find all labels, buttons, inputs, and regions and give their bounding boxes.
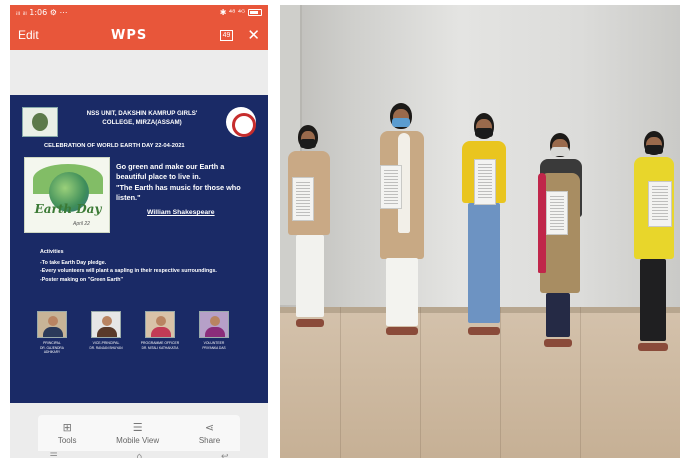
home-icon[interactable]: ⌂	[136, 452, 142, 458]
student-figure	[630, 131, 680, 363]
activities-list: Activities -To take Earth Day pledge. -E…	[40, 248, 240, 284]
activity-item: -Poster making on "Green Earth"	[40, 276, 124, 283]
slogan-text: Go green and make our Earth a beautiful …	[116, 162, 225, 181]
app-logo: WPS	[111, 27, 148, 43]
pledge-paper	[292, 177, 314, 221]
edit-button[interactable]: Edit	[18, 28, 39, 42]
pledge-paper	[380, 165, 402, 209]
person-card: VICE-PRINCIPAL DR. RANJAN BHUYAN	[86, 311, 126, 350]
back-icon[interactable]: ↩	[221, 452, 229, 458]
quote-text: "The Earth has music for those who liste…	[116, 183, 241, 202]
face-mask	[392, 118, 410, 127]
person-photo	[145, 311, 175, 338]
page-count-button[interactable]: 49	[219, 29, 234, 41]
signal-icon: ᵢₗₗ ᵢₗₗ	[16, 8, 27, 17]
face-mask	[475, 128, 493, 137]
person-card: VOLUNTEER PRIYANKA DAS	[194, 311, 234, 350]
document-header: NSS UNIT, DAKSHIN KAMRUP GIRLS' COLLEGE,…	[22, 105, 256, 139]
mobile-view-button[interactable]: ☰ Mobile View	[116, 420, 159, 445]
activity-item: -To take Earth Day pledge.	[40, 259, 107, 266]
face-mask	[300, 139, 316, 148]
screenshot-collage: ᵢₗₗ ᵢₗₗ 1:06 ⚙ ⋯ ✱ ⁴⁸ ⁴ᴳ Edit WPS 49 ✕ N…	[0, 0, 687, 463]
face-mask	[551, 147, 569, 156]
menu-icon[interactable]: ☰	[49, 452, 57, 458]
student-figure	[376, 103, 430, 343]
system-nav-bar: ☰ ⌂ ↩	[10, 451, 268, 458]
bottom-toolbar: ⊞ Tools ☰ Mobile View ⋖ Share	[38, 415, 240, 451]
earth-day-image: Earth Day April 22	[24, 157, 110, 233]
close-icon[interactable]: ✕	[247, 28, 260, 43]
status-extras: ⚙ ⋯	[49, 8, 68, 17]
celebration-title: CELEBRATION OF WORLD EARTH DAY 22-04-202…	[44, 143, 185, 149]
pledge-paper	[648, 181, 672, 227]
status-right-icons: ✱ ⁴⁸ ⁴ᴳ	[219, 8, 245, 17]
person-card: PROGRAMME OFFICER DR. MITALI KATHAKATIA	[140, 311, 180, 350]
earth-day-date: April 22	[73, 221, 90, 227]
earth-day-text: Earth Day	[34, 202, 102, 216]
nss-logo	[226, 107, 256, 137]
person-photo	[91, 311, 121, 338]
activity-item: -Every volunteers will plant a sapling i…	[40, 268, 217, 274]
group-photo	[280, 5, 680, 458]
tools-button[interactable]: ⊞ Tools	[58, 420, 77, 445]
pledge-paper	[474, 159, 496, 205]
clock: 1:06	[29, 8, 48, 17]
student-figure	[286, 125, 340, 340]
institution-name: NSS UNIT, DAKSHIN KAMRUP GIRLS' COLLEGE,…	[86, 110, 198, 126]
battery-icon	[248, 9, 262, 16]
face-mask	[645, 145, 663, 154]
activities-heading: Activities	[40, 249, 64, 255]
share-icon: ⋖	[204, 420, 215, 434]
phone-screenshot: ᵢₗₗ ᵢₗₗ 1:06 ⚙ ⋯ ✱ ⁴⁸ ⁴ᴳ Edit WPS 49 ✕ N…	[10, 5, 268, 458]
quote-author: William Shakespeare	[147, 209, 215, 216]
document-page: NSS UNIT, DAKSHIN KAMRUP GIRLS' COLLEGE,…	[10, 95, 268, 403]
people-row: PRINCIPAL DR. GAJENDRA ADHIKARY VICE-PRI…	[32, 311, 248, 355]
student-figure	[536, 133, 586, 351]
person-photo	[199, 311, 229, 338]
person-photo	[37, 311, 67, 338]
person-card: PRINCIPAL DR. GAJENDRA ADHIKARY	[32, 311, 72, 354]
document-view-icon: ☰	[132, 420, 143, 434]
grid-icon: ⊞	[62, 420, 72, 434]
pledge-paper	[546, 191, 568, 235]
share-button[interactable]: ⋖ Share	[199, 420, 220, 445]
college-logo	[22, 107, 58, 137]
app-toolbar: Edit WPS 49 ✕	[10, 20, 268, 50]
student-figure	[460, 113, 510, 345]
status-bar: ᵢₗₗ ᵢₗₗ 1:06 ⚙ ⋯ ✱ ⁴⁸ ⁴ᴳ	[10, 5, 268, 20]
